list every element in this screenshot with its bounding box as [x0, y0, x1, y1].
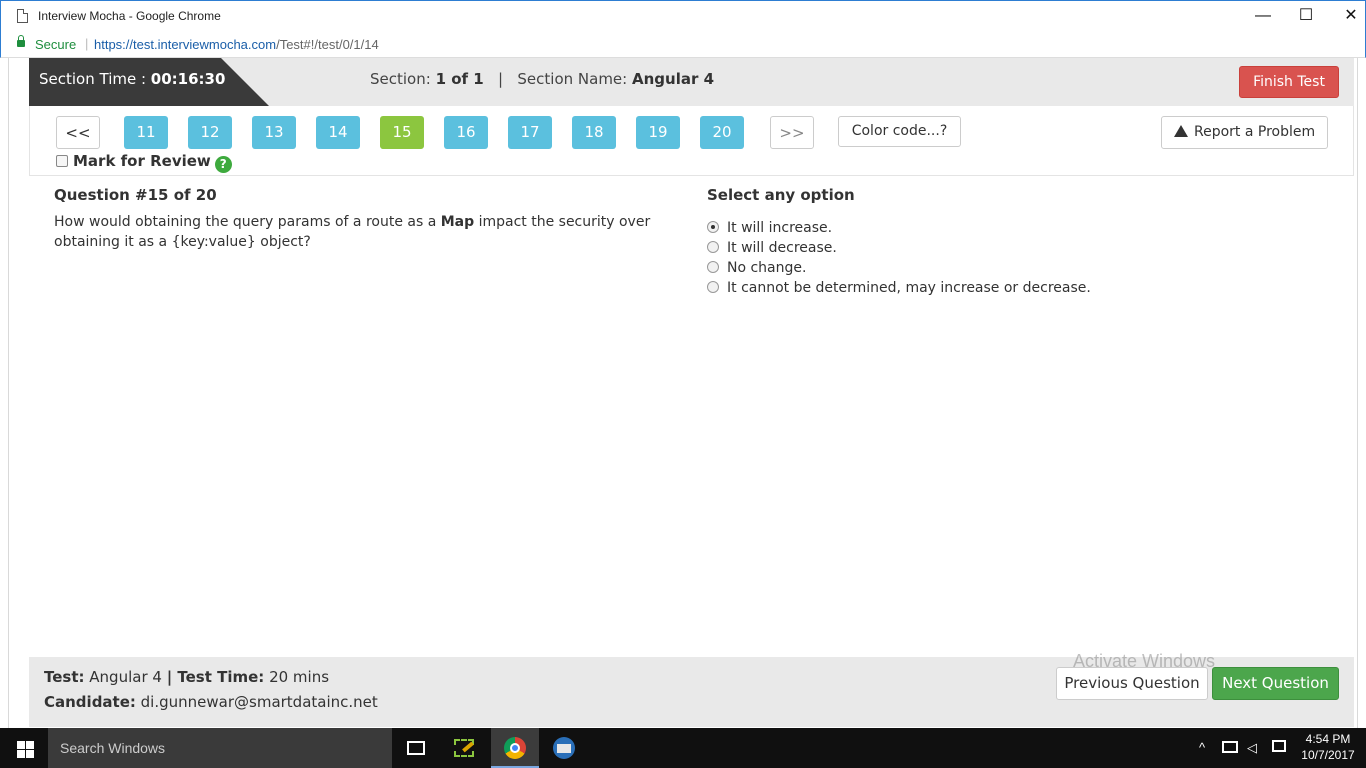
task-view-icon[interactable] — [392, 728, 440, 768]
next-page-button[interactable]: >> — [770, 116, 814, 149]
lock-icon — [17, 35, 25, 47]
question-text-part: How would obtaining the query params of … — [54, 214, 441, 230]
section-time-value: 00:16:30 — [150, 70, 226, 88]
test-footer: Test: Angular 4 | Test Time: 20 mins Can… — [29, 657, 1354, 727]
volume-icon[interactable]: ◁ — [1247, 740, 1257, 756]
section-label: Section: — [370, 70, 436, 88]
help-icon[interactable]: ? — [214, 156, 232, 173]
answer-panel: Select any option It will increase. It w… — [707, 186, 1307, 298]
radio-button[interactable] — [707, 281, 719, 293]
test-value: Angular 4 — [84, 668, 167, 686]
question-navigation: << 11 12 13 14 15 16 17 18 19 20 >> Colo… — [29, 106, 1354, 176]
tools-app-icon[interactable] — [440, 728, 488, 768]
url-divider: | — [85, 36, 89, 51]
clock-time: 4:54 PM — [1305, 732, 1351, 746]
radio-button-selected[interactable] — [707, 221, 719, 233]
url-path: /Test#!/test/0/1/14 — [276, 37, 379, 52]
answer-option-label: It will decrease. — [727, 240, 837, 256]
section-separator: | — [498, 70, 504, 88]
question-panel: Question #15 of 20 How would obtaining t… — [54, 186, 674, 252]
section-info: Section: 1 of 1 | Section Name: Angular … — [370, 70, 714, 88]
question-heading: Question #15 of 20 — [54, 186, 217, 204]
section-time-label: Section Time : — [39, 70, 151, 88]
answer-heading: Select any option — [707, 186, 855, 204]
taskbar: Search Windows ^ ◁ 4:54 PM 10/7/2017 — [0, 728, 1366, 768]
question-14-button[interactable]: 14 — [316, 116, 360, 149]
answer-option[interactable]: It will increase. — [707, 218, 1307, 238]
chrome-icon[interactable] — [491, 728, 539, 768]
section-name-label: Section Name: — [517, 70, 632, 88]
answer-option[interactable]: It will decrease. — [707, 238, 1307, 258]
chevron-up-icon[interactable]: ^ — [1199, 740, 1205, 755]
candidate-label: Candidate: — [44, 693, 136, 711]
url-host: test.interviewmocha.com — [133, 37, 277, 52]
thunderbird-icon[interactable] — [540, 728, 588, 768]
question-19-button[interactable]: 19 — [636, 116, 680, 149]
question-17-button[interactable]: 17 — [508, 116, 552, 149]
test-page: Section Time : 00:16:30 Section: 1 of 1 … — [8, 58, 1358, 728]
question-15-button[interactable]: 15 — [380, 116, 424, 149]
section-value: 1 of 1 — [435, 70, 484, 88]
answer-option[interactable]: No change. — [707, 258, 1307, 278]
url-text[interactable]: https://test.interviewmocha.com/Test#!/t… — [94, 37, 379, 52]
radio-button[interactable] — [707, 241, 719, 253]
window-titlebar: Interview Mocha - Google Chrome — ☐ ✕ — [0, 0, 1366, 32]
prev-page-button[interactable]: << — [56, 116, 100, 149]
test-time-label: Test Time: — [172, 668, 265, 686]
candidate-info: Candidate: di.gunnewar@smartdatainc.net — [44, 693, 378, 711]
secure-label: Secure — [35, 37, 77, 52]
minimize-button[interactable]: — — [1243, 5, 1283, 27]
question-20-button[interactable]: 20 — [700, 116, 744, 149]
finish-test-button[interactable]: Finish Test — [1239, 66, 1339, 98]
radio-button[interactable] — [707, 261, 719, 273]
clock[interactable]: 4:54 PM 10/7/2017 — [1298, 731, 1358, 763]
mark-review-label: Mark for Review — [73, 152, 211, 170]
color-code-button[interactable]: Color code...? — [838, 116, 961, 147]
test-time-value: 20 mins — [264, 668, 330, 686]
window-title: Interview Mocha - Google Chrome — [38, 9, 221, 23]
question-text-bold: Map — [440, 214, 475, 230]
close-button[interactable]: ✕ — [1331, 5, 1366, 27]
url-prefix: https:// — [94, 37, 134, 52]
candidate-value: di.gunnewar@smartdatainc.net — [135, 693, 378, 711]
report-problem-button[interactable]: Report a Problem — [1161, 116, 1328, 158]
windows-start-icon[interactable] — [0, 728, 48, 768]
next-question-button[interactable]: Next Question — [1212, 667, 1339, 700]
previous-question-button[interactable]: Previous Question — [1056, 667, 1208, 700]
test-info: Test: Angular 4 | Test Time: 20 mins — [44, 668, 329, 686]
question-16-button[interactable]: 16 — [444, 116, 488, 149]
mark-review-checkbox[interactable] — [56, 155, 68, 167]
answer-option-label: No change. — [727, 260, 807, 276]
mark-for-review[interactable]: Mark for Review? — [56, 152, 232, 173]
question-text: How would obtaining the query params of … — [54, 212, 674, 252]
question-12-button[interactable]: 12 — [188, 116, 232, 149]
question-18-button[interactable]: 18 — [572, 116, 616, 149]
answer-option[interactable]: It cannot be determined, may increase or… — [707, 278, 1307, 298]
network-icon[interactable] — [1222, 741, 1238, 753]
report-problem-label: Report a Problem — [1194, 124, 1316, 140]
section-timer: Section Time : 00:16:30 — [29, 58, 269, 106]
answer-option-label: It will increase. — [727, 220, 833, 236]
warning-icon — [1174, 125, 1188, 158]
section-header: Section Time : 00:16:30 Section: 1 of 1 … — [29, 58, 1354, 106]
notifications-icon[interactable] — [1272, 740, 1286, 752]
clock-date: 10/7/2017 — [1301, 748, 1355, 762]
section-name-value: Angular 4 — [631, 70, 715, 88]
answer-option-label: It cannot be determined, may increase or… — [727, 280, 1091, 296]
page-icon — [17, 9, 28, 23]
taskbar-search[interactable]: Search Windows — [48, 728, 392, 768]
question-13-button[interactable]: 13 — [252, 116, 296, 149]
question-11-button[interactable]: 11 — [124, 116, 168, 149]
maximize-button[interactable]: ☐ — [1286, 5, 1326, 27]
address-bar[interactable]: Secure | https://test.interviewmocha.com… — [0, 32, 1366, 58]
test-label: Test: — [44, 668, 85, 686]
